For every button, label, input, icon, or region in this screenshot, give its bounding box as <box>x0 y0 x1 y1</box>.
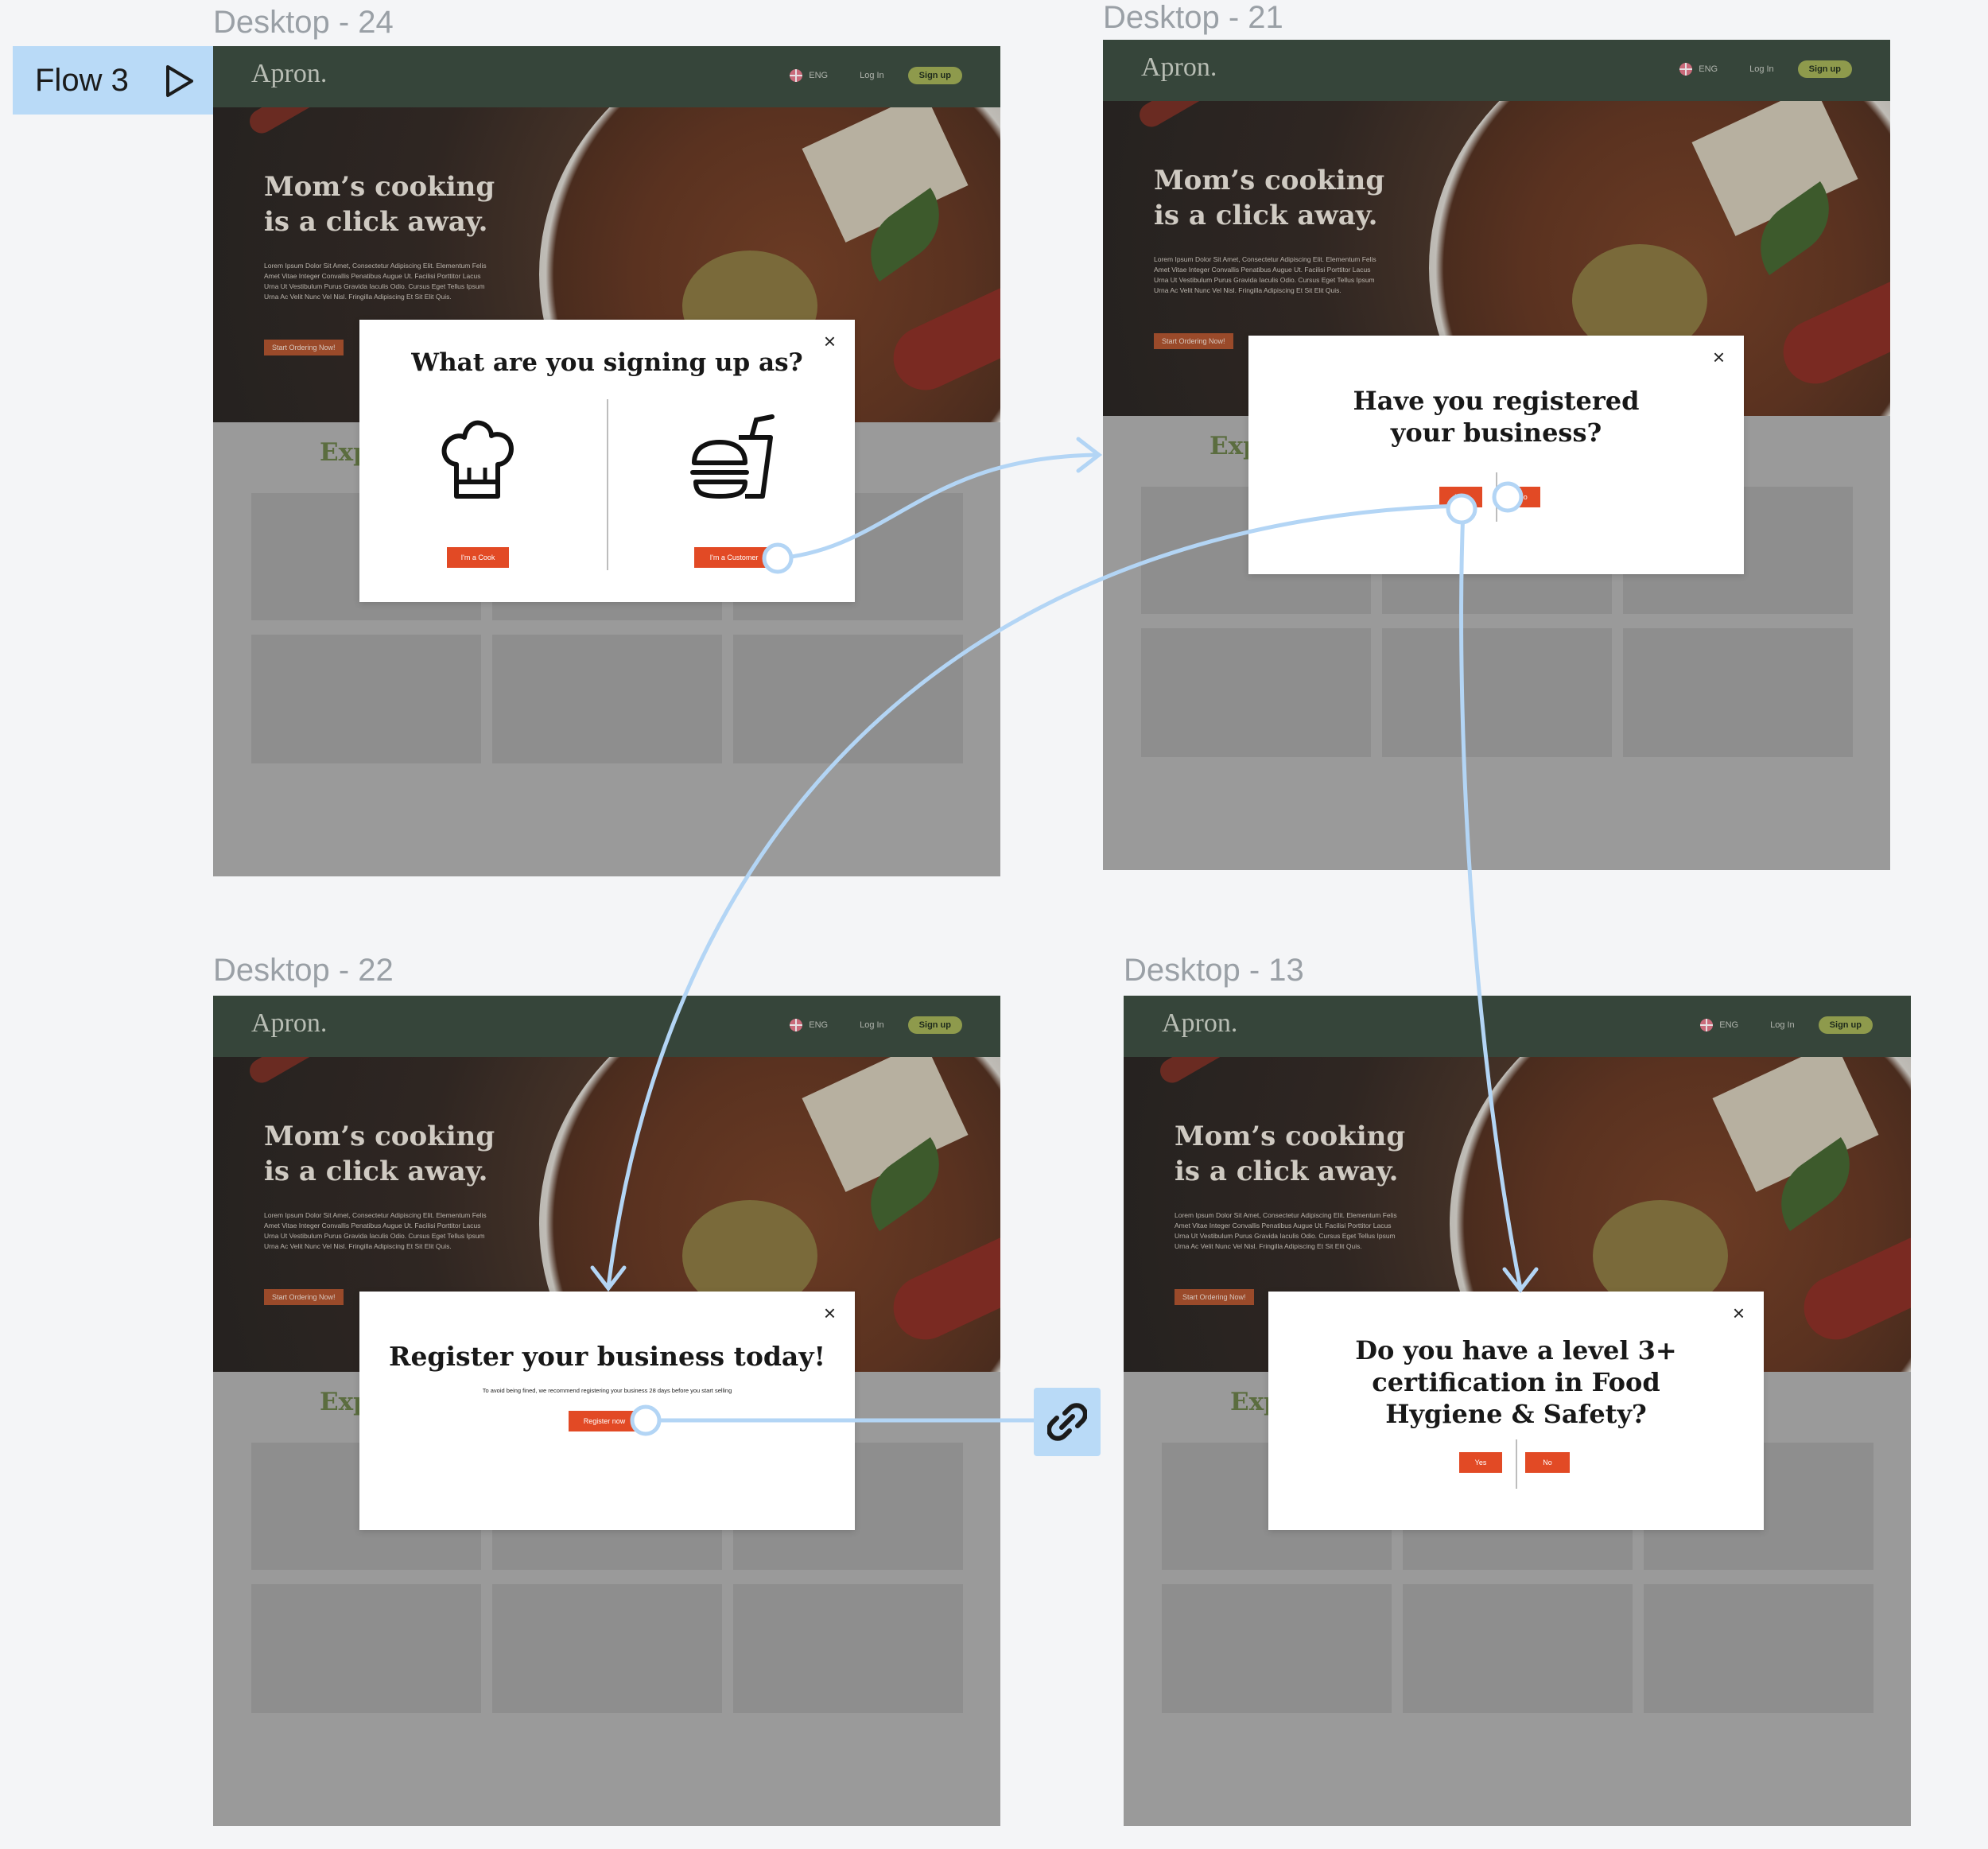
logo[interactable]: Apron. <box>251 1008 327 1039</box>
hero-title: Mom’s cooking is a click away. <box>1154 165 1385 231</box>
hero-title: Mom’s cooking is a click away. <box>264 1121 495 1187</box>
external-link-badge[interactable] <box>1034 1388 1101 1456</box>
close-icon[interactable]: × <box>824 1303 836 1323</box>
logo[interactable]: Apron. <box>251 59 327 89</box>
tile[interactable] <box>1141 628 1371 757</box>
connector-arrowhead <box>1076 437 1103 473</box>
tile[interactable] <box>733 635 963 763</box>
language-selector[interactable]: ENG <box>1700 1019 1738 1031</box>
tile[interactable] <box>492 635 722 763</box>
tile[interactable] <box>492 1584 722 1713</box>
hero-body: Lorem Ipsum Dolor Sit Amet, Consectetur … <box>264 1211 487 1250</box>
navbar: Apron. ENG Log In Sign up <box>1124 996 1911 1057</box>
start-ordering-button[interactable]: Start Ordering Now! <box>1154 333 1233 349</box>
burger-drink-icon <box>690 414 775 499</box>
frame-label-desktop-13: Desktop - 13 <box>1124 953 1304 988</box>
tile[interactable] <box>1644 1584 1873 1713</box>
yes-button[interactable]: Yes <box>1439 487 1482 507</box>
play-icon[interactable] <box>164 64 196 99</box>
hero-body: Lorem Ipsum Dolor Sit Amet, Consectetur … <box>1154 255 1376 294</box>
flow-start-tag[interactable]: Flow 3 <box>13 46 213 115</box>
registered-business-modal: × Have you registered your business? Yes … <box>1248 336 1744 574</box>
start-ordering-button[interactable]: Start Ordering Now! <box>264 340 344 355</box>
signup-type-modal: × What are you signing up as? I'm a Cook… <box>359 320 855 602</box>
link-icon <box>1047 1403 1087 1441</box>
hero-body: Lorem Ipsum Dolor Sit Amet, Consectetur … <box>264 262 487 301</box>
frame-label-desktop-22: Desktop - 22 <box>213 953 394 988</box>
close-icon[interactable]: × <box>1733 1303 1745 1323</box>
hero-image-chili <box>1155 1057 1251 1087</box>
flag-icon <box>790 1019 803 1031</box>
register-business-modal: × Register your business today! To avoid… <box>359 1292 855 1530</box>
login-link[interactable]: Log In <box>860 71 884 80</box>
flag-icon <box>1700 1019 1714 1031</box>
hero-title: Mom’s cooking is a click away. <box>1175 1121 1406 1187</box>
tile[interactable] <box>1623 628 1853 757</box>
navbar: Apron. ENG Log In Sign up <box>213 996 1000 1057</box>
no-button[interactable]: No <box>1505 487 1540 507</box>
customer-button[interactable]: I'm a Customer <box>694 547 774 568</box>
tile[interactable] <box>251 635 481 763</box>
start-ordering-button[interactable]: Start Ordering Now! <box>264 1289 344 1305</box>
tile[interactable] <box>733 1584 963 1713</box>
language-selector[interactable]: ENG <box>1679 63 1718 76</box>
language-label: ENG <box>1719 1020 1739 1030</box>
language-selector[interactable]: ENG <box>790 1019 828 1031</box>
tile[interactable] <box>1162 1584 1392 1713</box>
signup-button[interactable]: Sign up <box>907 1016 962 1034</box>
register-now-button[interactable]: Register now <box>569 1411 640 1431</box>
language-selector[interactable]: ENG <box>790 69 828 82</box>
frame-label-desktop-21: Desktop - 21 <box>1103 0 1283 35</box>
start-ordering-button[interactable]: Start Ordering Now! <box>1175 1289 1254 1305</box>
hero-image-chili <box>245 107 340 138</box>
certification-modal: × Do you have a level 3+ certification in… <box>1268 1292 1764 1530</box>
hero-body: Lorem Ipsum Dolor Sit Amet, Consectetur … <box>1175 1211 1397 1250</box>
hero-title: Mom’s cooking is a click away. <box>264 171 495 238</box>
modal-title: Do you have a level 3+ certification in F… <box>1355 1335 1677 1429</box>
cook-button[interactable]: I'm a Cook <box>447 547 509 568</box>
logo[interactable]: Apron. <box>1162 1008 1237 1039</box>
signup-button[interactable]: Sign up <box>1818 1016 1873 1034</box>
close-icon[interactable]: × <box>1713 347 1725 367</box>
flag-icon <box>1679 63 1693 76</box>
divider <box>1496 472 1497 522</box>
login-link[interactable]: Log In <box>1749 64 1774 74</box>
login-link[interactable]: Log In <box>860 1020 884 1030</box>
signup-button[interactable]: Sign up <box>1797 60 1852 78</box>
modal-title: Have you registered your business? <box>1353 386 1640 448</box>
modal-title: What are you signing up as? <box>411 348 803 377</box>
divider <box>1516 1439 1517 1489</box>
language-label: ENG <box>809 1020 829 1030</box>
modal-note: To avoid being fined, we recommend regis… <box>482 1387 732 1394</box>
tile[interactable] <box>251 1584 481 1713</box>
divider <box>607 399 608 570</box>
language-label: ENG <box>809 71 829 80</box>
flag-icon <box>790 69 803 82</box>
flow-label: Flow 3 <box>35 62 129 98</box>
hero-image-chili <box>1135 101 1230 131</box>
chef-hat-icon <box>441 420 514 499</box>
logo[interactable]: Apron. <box>1141 52 1217 83</box>
modal-title: Register your business today! <box>389 1341 825 1372</box>
tile[interactable] <box>1382 628 1612 757</box>
signup-button[interactable]: Sign up <box>907 67 962 84</box>
navbar: Apron. ENG Log In Sign up <box>1103 40 1890 101</box>
tile[interactable] <box>1403 1584 1633 1713</box>
login-link[interactable]: Log In <box>1770 1020 1795 1030</box>
navbar: Apron. ENG Log In Sign up <box>213 46 1000 107</box>
hero-image-chili <box>245 1057 340 1087</box>
frame-label-desktop-24: Desktop - 24 <box>213 5 394 40</box>
yes-button[interactable]: Yes <box>1459 1452 1502 1473</box>
language-label: ENG <box>1699 64 1718 74</box>
no-button[interactable]: No <box>1525 1452 1570 1473</box>
